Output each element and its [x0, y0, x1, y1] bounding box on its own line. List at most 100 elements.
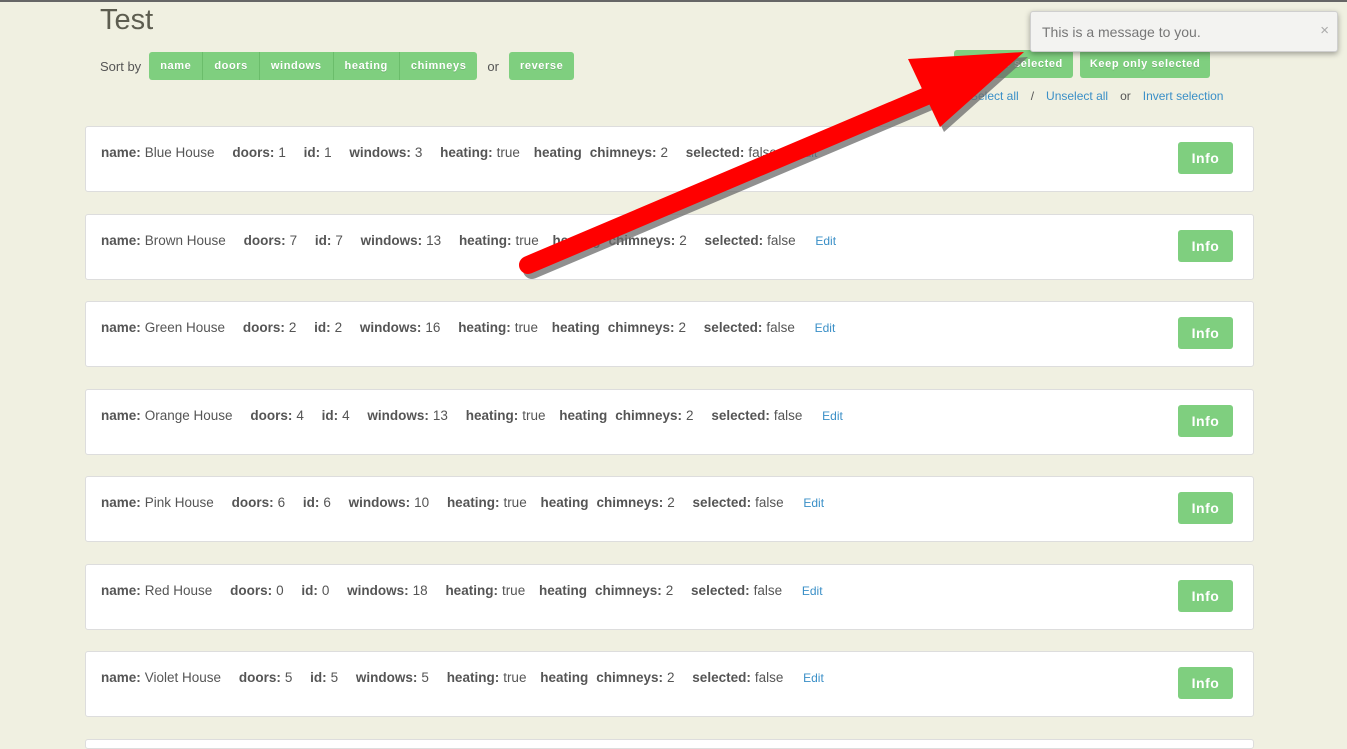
- house-name: Orange House: [144, 408, 233, 423]
- house-heating: true: [503, 670, 527, 685]
- chimneys-label: chimneys:: [596, 670, 664, 685]
- selection-links: Select all / Unselect all or Invert sele…: [970, 89, 1223, 103]
- house-name: Pink House: [144, 495, 214, 510]
- house-fields: name: Green House doors: 2 id: 2 windows: 16…: [101, 320, 835, 335]
- house-doors: 1: [278, 145, 286, 160]
- selected-label: selected:: [711, 408, 770, 423]
- edit-link[interactable]: Edit: [797, 146, 818, 160]
- house-selected: false: [753, 583, 783, 598]
- id-label: id:: [303, 145, 321, 160]
- house-heating: true: [514, 320, 538, 335]
- house-windows: 13: [426, 233, 442, 248]
- reverse-button[interactable]: reverse: [508, 52, 575, 80]
- edit-link[interactable]: Edit: [803, 496, 824, 510]
- name-label: name:: [101, 233, 141, 248]
- unselect-all-link[interactable]: Unselect all: [1046, 89, 1108, 103]
- info-button[interactable]: Info: [1178, 667, 1233, 699]
- chimneys-label: chimneys:: [607, 320, 675, 335]
- page-title: Test: [100, 4, 154, 36]
- house-card: name: Violet House doors: 5 id: 5 windows: 5…: [85, 651, 1254, 717]
- heating-chimneys-label: heating: [551, 320, 600, 335]
- house-selected: false: [754, 670, 784, 685]
- selected-label: selected:: [704, 233, 764, 248]
- heating-chimneys-label: heating: [538, 583, 587, 598]
- sort-button-group: name doors windows heating chimneys: [149, 52, 478, 80]
- house-id: 6: [323, 495, 331, 510]
- edit-link[interactable]: Edit: [815, 321, 836, 335]
- edit-link[interactable]: Edit: [803, 671, 824, 685]
- edit-link[interactable]: Edit: [802, 584, 823, 598]
- house-selected: false: [767, 233, 796, 248]
- house-fields: name: Red House doors: 0 id: 0 windows: 18 h…: [101, 583, 823, 598]
- house-windows: 16: [425, 320, 441, 335]
- house-id: 1: [324, 145, 332, 160]
- chimneys-label: chimneys:: [594, 583, 662, 598]
- sort-or-text: or: [487, 58, 499, 74]
- house-heating: true: [501, 583, 526, 598]
- id-label: id:: [314, 233, 332, 248]
- house-chimneys: 2: [667, 670, 675, 685]
- house-card: name: Brown House doors: 7 id: 7 windows: 13…: [85, 214, 1254, 280]
- selected-label: selected:: [692, 495, 752, 510]
- doors-label: doors:: [242, 320, 285, 335]
- info-button[interactable]: Info: [1178, 142, 1233, 174]
- invert-selection-link[interactable]: Invert selection: [1143, 89, 1224, 103]
- house-card-partial: [85, 739, 1254, 749]
- house-id: 5: [330, 670, 339, 685]
- heating-label: heating:: [446, 670, 500, 685]
- chimneys-label: chimneys:: [589, 145, 657, 160]
- close-icon[interactable]: ×: [1320, 22, 1329, 39]
- selected-label: selected:: [692, 670, 751, 685]
- windows-label: windows:: [359, 320, 422, 335]
- house-card: name: Pink House doors: 6 id: 6 windows: 10 …: [85, 476, 1254, 542]
- info-button[interactable]: Info: [1178, 230, 1233, 262]
- bulk-actions: Remove selected Keep only selected: [954, 50, 1211, 78]
- heating-label: heating:: [458, 233, 512, 248]
- doors-label: doors:: [250, 408, 293, 423]
- heating-label: heating:: [440, 145, 493, 160]
- sort-doors-button[interactable]: doors: [203, 52, 260, 80]
- house-chimneys: 2: [679, 233, 687, 248]
- heating-chimneys-label: heating: [552, 233, 601, 248]
- house-card: name: Blue House doors: 1 id: 1 windows: 3 h…: [85, 126, 1254, 192]
- edit-link[interactable]: Edit: [815, 234, 836, 248]
- house-name: Brown House: [144, 233, 226, 248]
- id-label: id:: [310, 670, 327, 685]
- sort-heating-button[interactable]: heating: [333, 52, 400, 80]
- house-fields: name: Orange House doors: 4 id: 4 windows: 1…: [101, 408, 843, 423]
- house-id: 4: [342, 408, 350, 423]
- house-windows: 3: [414, 145, 423, 160]
- info-button[interactable]: Info: [1178, 405, 1233, 437]
- name-label: name:: [101, 408, 141, 423]
- house-selected: false: [748, 145, 777, 160]
- house-doors: 5: [284, 670, 293, 685]
- house-fields: name: Violet House doors: 5 id: 5 windows: 5…: [101, 670, 824, 685]
- house-chimneys: 2: [665, 583, 674, 598]
- chimneys-label: chimneys:: [615, 408, 683, 423]
- select-all-link[interactable]: Select all: [970, 89, 1019, 103]
- id-label: id:: [321, 408, 339, 423]
- house-chimneys: 2: [660, 145, 669, 160]
- heating-chimneys-label: heating: [540, 670, 589, 685]
- keep-only-selected-button[interactable]: Keep only selected: [1079, 50, 1211, 78]
- house-fields: name: Pink House doors: 6 id: 6 windows: 10 …: [101, 495, 824, 510]
- sort-name-button[interactable]: name: [149, 52, 204, 80]
- info-button[interactable]: Info: [1178, 580, 1233, 612]
- edit-link[interactable]: Edit: [822, 409, 843, 423]
- info-button[interactable]: Info: [1178, 317, 1233, 349]
- house-id: 2: [334, 320, 343, 335]
- info-button[interactable]: Info: [1178, 492, 1233, 524]
- house-doors: 6: [277, 495, 286, 510]
- name-label: name:: [101, 145, 141, 160]
- house-doors: 4: [296, 408, 304, 423]
- house-card: name: Green House doors: 2 id: 2 windows: 16…: [85, 301, 1254, 367]
- sort-windows-button[interactable]: windows: [259, 52, 334, 80]
- house-doors: 2: [288, 320, 297, 335]
- house-selected: false: [766, 320, 795, 335]
- sort-bar: Sort by name doors windows heating chimn…: [100, 52, 575, 80]
- selection-slash: /: [1030, 89, 1035, 103]
- house-heating: true: [515, 233, 539, 248]
- remove-selected-button[interactable]: Remove selected: [954, 50, 1073, 78]
- windows-label: windows:: [355, 670, 418, 685]
- sort-chimneys-button[interactable]: chimneys: [399, 52, 478, 80]
